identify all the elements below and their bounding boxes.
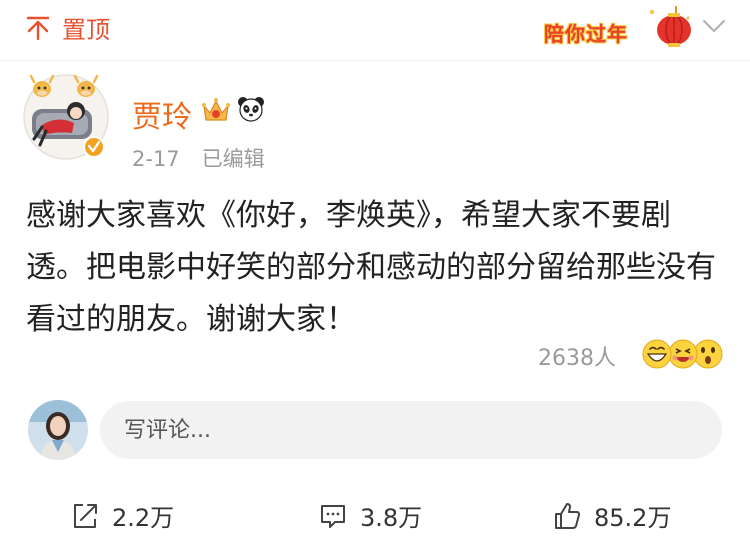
chevron-down-icon[interactable] bbox=[700, 14, 728, 38]
laugh-emoji bbox=[668, 339, 698, 369]
post-date: 2-17 bbox=[132, 147, 180, 171]
post-meta: 2-17 已编辑 bbox=[132, 143, 265, 173]
author-name[interactable]: 贾玲 bbox=[132, 92, 192, 136]
action-bar: 2.2万 3.8万 85.2万 bbox=[0, 490, 750, 542]
post-text: 感谢大家喜欢《你好，李焕英》，希望大家不要剧透。把电影中好笑的部分和感动的部分留… bbox=[26, 198, 716, 337]
verified-badge-icon bbox=[83, 136, 105, 158]
lantern-icon bbox=[650, 6, 691, 47]
share-button[interactable]: 2.2万 bbox=[70, 498, 174, 533]
comment-count: 3.8万 bbox=[360, 504, 423, 532]
festival-banner[interactable]: 陪你过年 bbox=[540, 4, 696, 50]
pin-icon bbox=[26, 16, 50, 40]
pinned-indicator: 置顶 bbox=[24, 10, 110, 45]
panda-icon bbox=[238, 97, 264, 122]
comment-input[interactable] bbox=[100, 401, 722, 459]
comment-button[interactable]: 3.8万 bbox=[318, 498, 422, 533]
like-button[interactable]: 85.2万 bbox=[552, 498, 671, 533]
festival-banner-text: 陪你过年 bbox=[544, 22, 628, 46]
edited-label[interactable]: 已编辑 bbox=[202, 147, 265, 171]
header-divider bbox=[0, 60, 750, 61]
surprise-emoji bbox=[693, 339, 723, 369]
grin-emoji bbox=[642, 339, 672, 369]
thumbs-up-icon bbox=[555, 502, 580, 529]
reaction-count[interactable]: 2638人 bbox=[538, 340, 616, 372]
post-header-bar: 置顶 陪你过年 bbox=[0, 0, 750, 58]
author-avatar[interactable] bbox=[22, 73, 110, 161]
user-avatar[interactable] bbox=[28, 400, 88, 460]
like-count: 85.2万 bbox=[594, 504, 672, 532]
pin-label: 置顶 bbox=[62, 16, 110, 44]
crown-icon bbox=[202, 98, 230, 121]
reaction-emojis[interactable] bbox=[640, 337, 726, 371]
comment-icon bbox=[321, 504, 345, 528]
share-count: 2.2万 bbox=[112, 504, 175, 532]
share-icon bbox=[74, 503, 97, 528]
